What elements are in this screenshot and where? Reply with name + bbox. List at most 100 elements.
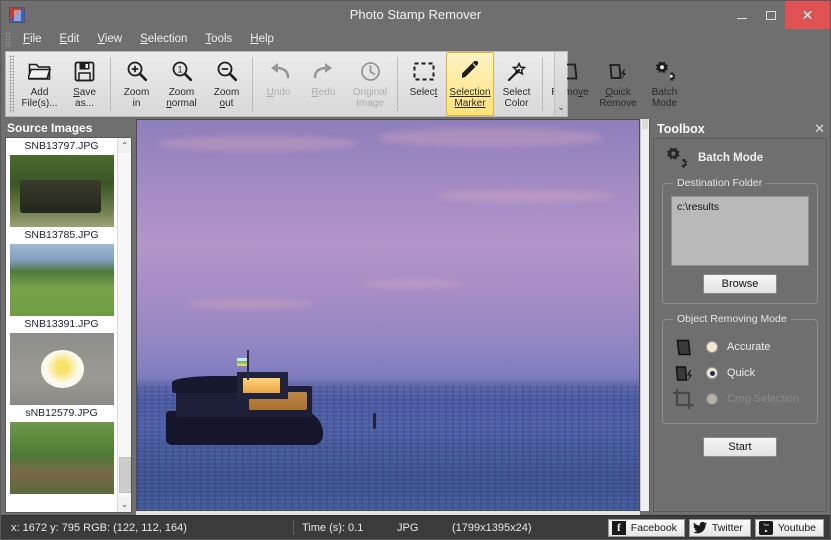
object-removing-mode-group: Object Removing Mode Accurate Quick Crop… — [662, 313, 818, 424]
zoom-normal-label: Zoom normal — [166, 87, 197, 109]
scrollbar-track[interactable] — [117, 153, 131, 497]
select-color-label: Select Color — [502, 87, 531, 109]
main-toolbar: Add File(s)... Save as... Zoom in 1 Zoom… — [5, 51, 677, 117]
list-item[interactable]: SNB13785.JPG — [6, 227, 117, 316]
source-images-list[interactable]: SNB13797.JPG SNB13785.JPG SNB13391.JPG s… — [6, 138, 117, 512]
mode-label-crop-selection: Crop Selection — [727, 393, 800, 405]
toolbar-group-remove: Remove QuickRemove BatchMode — [546, 52, 687, 116]
undo-label: Undo — [266, 87, 291, 98]
main-body: Source Images SNB13797.JPG SNB13785.JPG … — [1, 119, 830, 515]
list-item[interactable]: sNB12579.JPG — [6, 405, 117, 494]
save-as-button[interactable]: Save as... — [62, 52, 107, 116]
undo-button[interactable]: Undo — [256, 52, 301, 116]
toolbox-panel: Toolbox ✕ Batch Mode Destination Folder … — [649, 119, 830, 515]
mode-option-quick[interactable]: Quick — [671, 362, 809, 384]
close-button[interactable]: ✕ — [785, 1, 830, 29]
toolbar-separator — [252, 57, 253, 111]
image-viewport[interactable] — [136, 119, 640, 511]
menu-item-file[interactable]: File — [14, 30, 51, 48]
menu-grip-handle[interactable] — [5, 32, 11, 46]
mode-option-crop-selection[interactable]: Crop Selection — [671, 388, 809, 410]
twitter-button[interactable]: Twitter — [688, 518, 751, 537]
destination-folder-input[interactable]: c:\results — [671, 196, 809, 266]
redo-button[interactable]: Redo — [301, 52, 346, 116]
toolbar-group-file: Add File(s)... Save as... — [17, 52, 107, 116]
destination-folder-legend: Destination Folder — [677, 177, 763, 189]
youtube-icon: You — [758, 520, 773, 535]
magic-wand-icon — [505, 58, 528, 84]
toolbar-grip-handle[interactable] — [9, 55, 14, 113]
zoom-out-button[interactable]: Zoom out — [204, 52, 249, 116]
close-icon[interactable]: ✕ — [814, 122, 825, 135]
status-bar: x: 1672 y: 795 RGB: (122, 112, 164) Time… — [1, 515, 830, 539]
scrollbar-thumb[interactable] — [118, 457, 131, 493]
canvas-horizontal-scrollbar[interactable] — [136, 511, 640, 515]
redo-arrow-icon — [312, 58, 336, 84]
menu-item-view[interactable]: View — [88, 30, 131, 48]
select-button[interactable]: Select — [401, 52, 446, 116]
svg-text:1: 1 — [177, 65, 182, 75]
list-item[interactable]: SNB13797.JPG — [6, 138, 117, 227]
radio-quick[interactable] — [706, 367, 718, 379]
folder-open-icon — [27, 58, 52, 84]
menu-item-edit[interactable]: Edit — [51, 30, 89, 48]
facebook-button[interactable]: f Facebook — [607, 518, 685, 537]
zoom-in-button[interactable]: Zoom in — [114, 52, 159, 116]
menu-label-selection: election — [147, 33, 188, 45]
select-color-button[interactable]: Select Color — [494, 52, 539, 116]
menu-item-selection[interactable]: Selection — [131, 30, 196, 48]
thumbnail-caption: SNB13785.JPG — [6, 227, 117, 244]
mode-label-quick: Quick — [727, 367, 756, 379]
toolbar-container: Add File(s)... Save as... Zoom in 1 Zoom… — [1, 49, 830, 119]
browse-button[interactable]: Browse — [703, 274, 777, 294]
quick-remove-button[interactable]: Quick Remove — [594, 52, 642, 116]
mode-label-accurate: Accurate — [727, 341, 771, 353]
start-button[interactable]: Start — [703, 437, 777, 457]
original-image-button[interactable]: Original Image — [346, 52, 394, 116]
buoy-shape — [372, 412, 376, 429]
canvas-vertical-scrollbar[interactable] — [640, 119, 649, 511]
thumbnail-image[interactable] — [9, 155, 114, 227]
marquee-select-icon — [413, 58, 435, 84]
toolbar-overflow-button[interactable]: ⌄ — [554, 52, 567, 116]
thumbnail-image[interactable] — [9, 422, 114, 494]
menu-label-tools: ools — [211, 33, 233, 45]
menu-bar: File Edit View Selection Tools Help — [1, 29, 830, 49]
youtube-label: Youtube — [777, 521, 816, 534]
youtube-button[interactable]: You Youtube — [754, 518, 824, 537]
thumbnail-image[interactable] — [9, 333, 114, 405]
undo-arrow-icon — [267, 58, 291, 84]
radio-crop-selection[interactable] — [706, 393, 718, 405]
zoom-normal-button[interactable]: 1 Zoom normal — [159, 52, 204, 116]
eraser-lightning-icon — [606, 58, 630, 84]
source-images-panel: Source Images SNB13797.JPG SNB13785.JPG … — [1, 119, 134, 515]
scroll-up-icon[interactable]: ⌃ — [117, 138, 131, 153]
list-item[interactable]: SNB13391.JPG — [6, 316, 117, 405]
scroll-down-icon[interactable]: ⌄ — [117, 497, 131, 512]
photo-boat-at-twilight[interactable] — [137, 120, 639, 510]
toolbar-group-selection: Select Selection Marker Select Color — [401, 52, 539, 116]
menu-item-tools[interactable]: Tools — [196, 30, 241, 48]
minimize-button[interactable] — [727, 1, 756, 29]
window-controls: ✕ — [727, 1, 830, 29]
menu-label-file: ile — [30, 33, 42, 45]
menu-label-edit: dit — [67, 33, 80, 45]
gears-icon — [653, 58, 676, 84]
add-files-button[interactable]: Add File(s)... — [17, 52, 62, 116]
toolbar-separator — [397, 57, 398, 111]
magnifier-minus-icon — [216, 58, 238, 84]
source-images-scrollbar[interactable]: ⌃ ⌄ — [117, 138, 131, 512]
destination-folder-group: Destination Folder c:\results Browse — [662, 177, 818, 304]
image-canvas-area[interactable] — [134, 119, 649, 515]
thumbnail-image[interactable] — [9, 244, 114, 316]
menu-item-help[interactable]: Help — [241, 30, 283, 48]
select-label: Select — [409, 87, 438, 98]
maximize-button[interactable] — [756, 1, 785, 29]
radio-accurate[interactable] — [706, 341, 718, 353]
toolbox-title: Toolbox — [657, 121, 705, 136]
mode-option-accurate[interactable]: Accurate — [671, 336, 809, 358]
selection-marker-button[interactable]: Selection Marker — [446, 52, 494, 116]
clock-history-icon — [360, 58, 381, 84]
batch-mode-button[interactable]: Batch Mode — [642, 52, 687, 116]
status-format: JPG — [397, 521, 419, 534]
